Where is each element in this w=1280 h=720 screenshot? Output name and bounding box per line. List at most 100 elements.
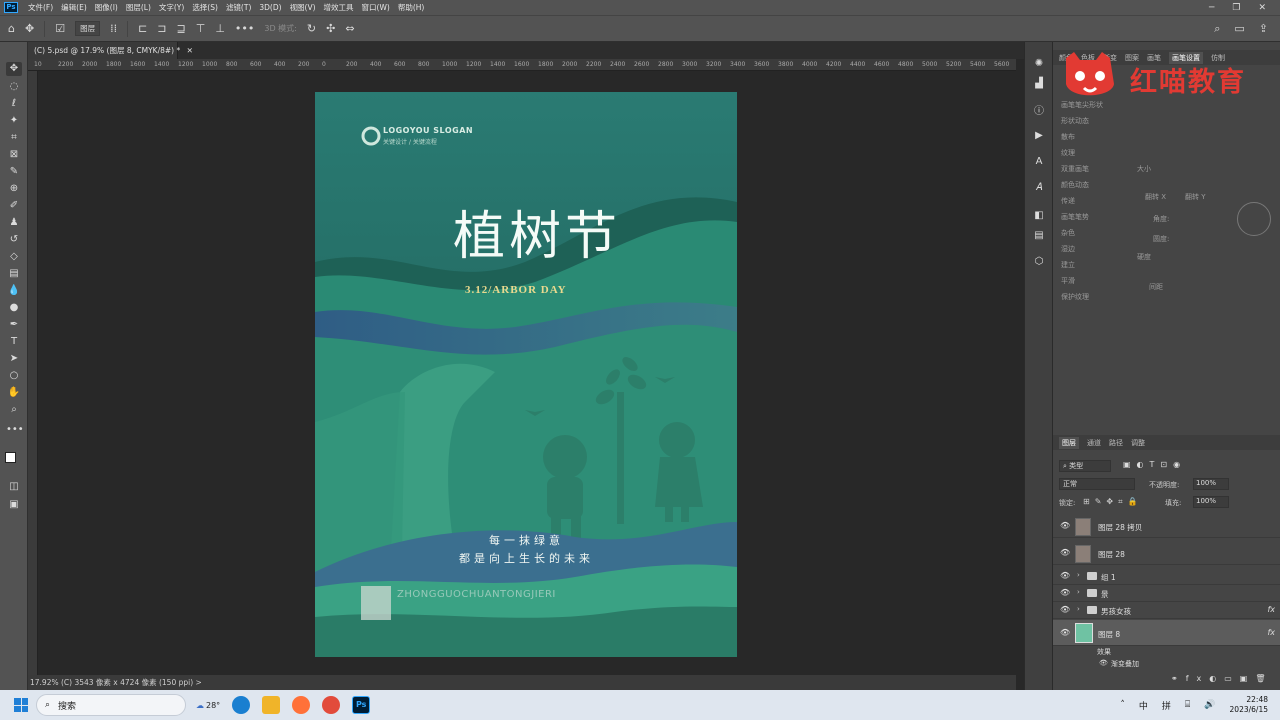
align-center-icon[interactable]: ⊐ [157, 22, 166, 35]
poster-canvas[interactable]: LOGOYOU SLOGAN 关键设计 / 关键流程 植树节 3.12/ARBO… [315, 92, 737, 657]
info-icon[interactable]: ⓘ [1031, 102, 1047, 117]
brush-setting-7[interactable]: 画笔笔势 [1061, 212, 1089, 222]
eraser-tool-icon[interactable]: ◇ [6, 250, 22, 264]
menu-select[interactable]: 选择(S) [188, 2, 222, 13]
search-icon[interactable]: ⌕ [1214, 22, 1220, 36]
orbit-3d-icon[interactable]: ↻ [307, 22, 316, 35]
minimize-icon[interactable]: ─ [1209, 3, 1214, 13]
layer-effects-icon[interactable]: fx [1267, 605, 1275, 614]
foreground-color-swatch[interactable] [5, 452, 16, 463]
close-icon[interactable]: ✕ [1258, 3, 1266, 13]
tab-paths[interactable]: 路径 [1109, 438, 1123, 448]
opacity-input[interactable]: 100% [1193, 478, 1229, 490]
menu-3d[interactable]: 3D(D) [255, 3, 285, 12]
3d-cube-icon[interactable]: ⬡ [1031, 256, 1047, 270]
layer-filter-dropdown[interactable]: ⌕ 类型 [1059, 460, 1111, 472]
more-options-icon[interactable]: ••• [235, 22, 254, 35]
stamp-tool-icon[interactable]: ♟ [6, 216, 22, 230]
shape-tool-icon[interactable]: ○ [6, 369, 22, 383]
layer-row[interactable]: 👁 图层 28 拷贝 [1053, 516, 1280, 538]
slide-3d-icon[interactable]: ⇔ [345, 22, 354, 35]
actions-play-icon[interactable]: ▶ [1031, 130, 1047, 144]
adjust-icon[interactable]: ✺ [1031, 58, 1047, 72]
menu-edit[interactable]: 编辑(E) [57, 2, 91, 13]
windows-start-icon[interactable] [14, 698, 28, 712]
quick-mask-icon[interactable]: ◫ [6, 480, 22, 494]
menu-file[interactable]: 文件(F) [24, 2, 57, 13]
align-left-icon[interactable]: ⊏ [138, 22, 147, 35]
crop-tool-icon[interactable]: ⌗ [6, 131, 22, 145]
lock-icons[interactable]: ⊞✎✥⌗🔒 [1083, 497, 1143, 507]
type-tool-icon[interactable]: T [6, 335, 22, 349]
layer-row-selected[interactable]: 👁 图层 8 fx [1053, 620, 1280, 646]
document-tab[interactable]: (C) 5.psd @ 17.9% (图层 8, CMYK/8#) * ✕ [28, 42, 193, 59]
hand-tool-icon[interactable]: ✋ [6, 386, 22, 400]
visibility-eye-icon[interactable]: 👁 [1060, 571, 1070, 581]
menu-plugins[interactable]: 增效工具 [320, 2, 358, 13]
expand-arrow-icon[interactable]: › [1077, 571, 1080, 579]
effect-item[interactable]: 渐变叠加 [1111, 659, 1139, 669]
edge-browser-icon[interactable] [232, 696, 251, 714]
brush-setting-6[interactable]: 传递 [1061, 196, 1075, 206]
brush-tool-icon[interactable]: ✐ [6, 199, 22, 213]
visibility-eye-icon[interactable]: 👁 [1060, 588, 1070, 598]
share-icon[interactable]: ⇪ [1259, 22, 1268, 36]
align-middle-icon[interactable]: ⊥ [215, 22, 225, 35]
tab-layers[interactable]: 图层 [1059, 436, 1079, 449]
tab-channels[interactable]: 通道 [1087, 438, 1101, 448]
lasso-tool-icon[interactable]: ℓ [6, 97, 22, 111]
auto-select-icon[interactable]: ☑ [55, 22, 65, 35]
menu-window[interactable]: 窗口(W) [358, 2, 394, 13]
align-right-icon[interactable]: ⊒ [177, 22, 186, 35]
frame-tool-icon[interactable]: ⊠ [6, 148, 22, 162]
brush-setting-1[interactable]: 形状动态 [1061, 116, 1089, 126]
visibility-eye-icon[interactable]: 👁 [1060, 605, 1070, 615]
tab-close-icon[interactable]: ✕ [187, 46, 193, 55]
file-explorer-icon[interactable] [262, 696, 281, 714]
expand-arrow-icon[interactable]: › [1077, 588, 1080, 596]
marquee-tool-icon[interactable]: ◌ [6, 80, 22, 94]
brush-setting-3[interactable]: 纹理 [1061, 148, 1075, 158]
brush-setting-4[interactable]: 双重画笔 [1061, 164, 1089, 174]
healing-brush-icon[interactable]: ⊕ [6, 182, 22, 196]
history-brush-icon[interactable]: ↺ [6, 233, 22, 247]
photoshop-taskbar-icon[interactable]: Ps [352, 696, 371, 714]
zoom-tool-icon[interactable]: ⌕ [6, 403, 22, 417]
pan-3d-icon[interactable]: ✣ [326, 22, 335, 35]
move-tool-icon[interactable]: ✥ [6, 62, 22, 76]
layer-row[interactable]: 👁 图层 28 [1053, 543, 1280, 565]
brush-setting-9[interactable]: 湿边 [1061, 244, 1075, 254]
visibility-eye-icon[interactable]: 👁 [1060, 628, 1070, 638]
effect-eye-icon[interactable]: 👁 [1099, 659, 1108, 667]
brush-setting-5[interactable]: 颜色动态 [1061, 180, 1089, 190]
pen-tool-icon[interactable]: ✒ [6, 318, 22, 332]
brush-setting-2[interactable]: 散布 [1061, 132, 1075, 142]
layer-group-row[interactable]: 👁 › 男孩女孩 fx [1053, 602, 1280, 619]
brush-setting-8[interactable]: 杂色 [1061, 228, 1075, 238]
menu-view[interactable]: 视图(V) [286, 2, 320, 13]
visibility-eye-icon[interactable]: 👁 [1060, 548, 1070, 558]
ime-chinese[interactable]: 中 [1139, 699, 1148, 712]
taskbar-search[interactable]: ⌕ 搜索 [36, 694, 186, 716]
brush-setting-11[interactable]: 平滑 [1061, 276, 1075, 286]
layer-select-dropdown[interactable]: 图层 [75, 21, 101, 36]
dodge-tool-icon[interactable]: ● [6, 301, 22, 315]
screen-mode-icon[interactable]: ▣ [6, 498, 22, 512]
magic-wand-icon[interactable]: ✦ [6, 114, 22, 128]
menu-filter[interactable]: 滤镜(T) [222, 2, 255, 13]
firefox-icon[interactable] [292, 696, 311, 714]
character-icon[interactable]: A [1031, 156, 1047, 170]
fill-input[interactable]: 100% [1193, 496, 1229, 508]
maximize-icon[interactable]: ❐ [1232, 3, 1240, 13]
expand-arrow-icon[interactable]: › [1077, 605, 1080, 613]
brush-setting-12[interactable]: 保护纹理 [1061, 292, 1089, 302]
brush-angle-preview[interactable] [1237, 202, 1271, 236]
move-tool-icon[interactable]: ✥ [25, 22, 34, 35]
menu-help[interactable]: 帮助(H) [394, 2, 429, 13]
eyedropper-icon[interactable]: ✎ [6, 165, 22, 179]
tab-adjustments[interactable]: 调整 [1131, 438, 1145, 448]
volume-icon[interactable]: 🔊 [1204, 700, 1215, 710]
layer-group-row[interactable]: 👁 › 景 [1053, 585, 1280, 602]
menu-type[interactable]: 文字(Y) [155, 2, 188, 13]
layer-effects-icon[interactable]: fx [1267, 628, 1275, 637]
